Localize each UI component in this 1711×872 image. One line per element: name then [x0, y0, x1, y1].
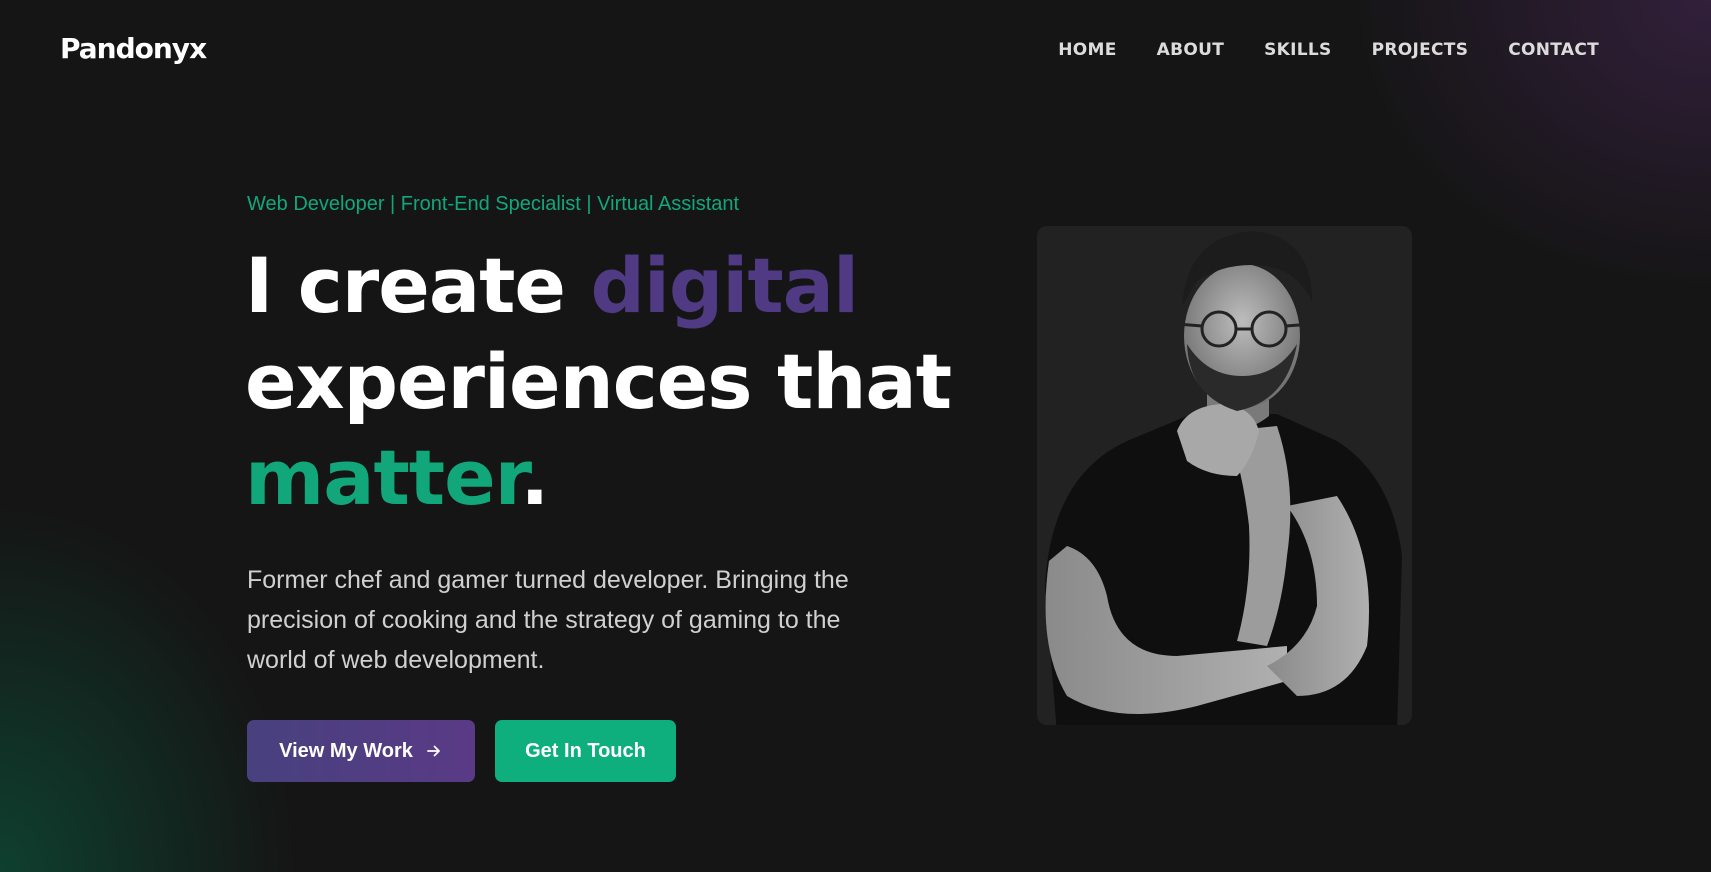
nav-home[interactable]: HOME: [1058, 40, 1116, 60]
portrait-card: [1037, 226, 1412, 725]
headline-highlight-matter: matter: [245, 433, 521, 522]
page: Pandonyx HOME ABOUT SKILLS PROJECTS CONT…: [0, 0, 1711, 872]
hero-headline: I create digital experiences that matter…: [245, 238, 952, 526]
nav-projects[interactable]: PROJECTS: [1372, 40, 1469, 60]
portrait-photo: [1045, 231, 1402, 725]
view-my-work-button[interactable]: View My Work: [247, 720, 475, 782]
nav-skills[interactable]: SKILLS: [1264, 40, 1331, 60]
headline-part-1: I create: [245, 241, 591, 330]
get-in-touch-button[interactable]: Get In Touch: [495, 720, 676, 782]
headline-part-2: experiences that: [245, 337, 952, 426]
view-my-work-label: View My Work: [279, 739, 413, 762]
main-nav: HOME ABOUT SKILLS PROJECTS CONTACT: [1058, 40, 1599, 60]
headline-highlight-digital: digital: [590, 241, 859, 330]
headline-period: .: [520, 433, 549, 522]
site-logo[interactable]: Pandonyx: [60, 32, 207, 65]
nav-contact[interactable]: CONTACT: [1508, 40, 1599, 60]
get-in-touch-label: Get In Touch: [525, 739, 646, 762]
hero-tagline: Web Developer | Front-End Specialist | V…: [247, 193, 740, 215]
arrow-right-icon: [426, 745, 440, 757]
nav-about[interactable]: ABOUT: [1157, 40, 1224, 60]
hero-description: Former chef and gamer turned developer. …: [247, 566, 849, 674]
